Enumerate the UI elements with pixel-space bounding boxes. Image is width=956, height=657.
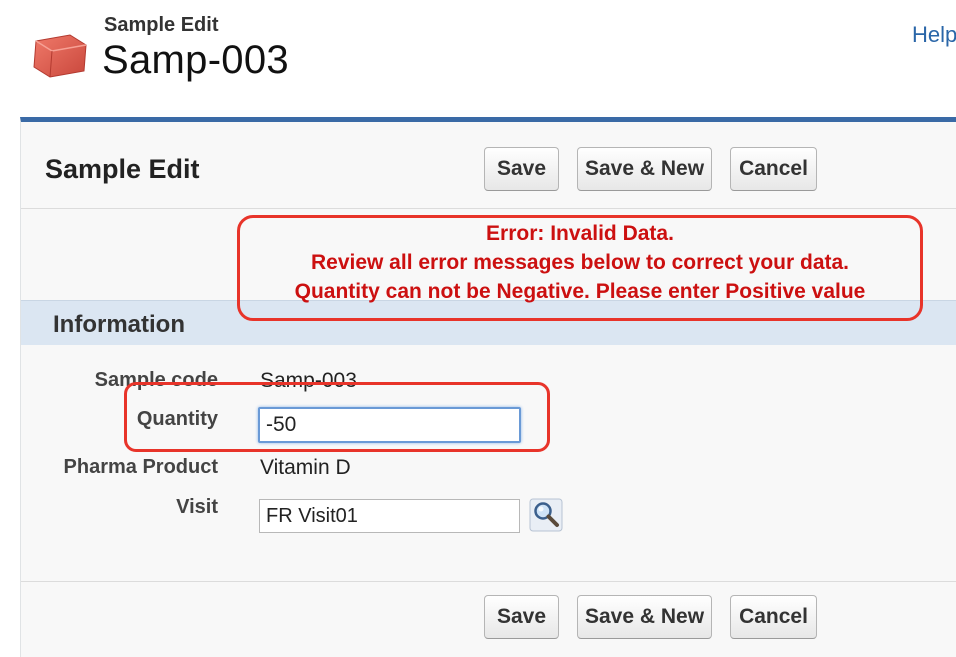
error-message-box: Error: Invalid Data. Review all error me… — [237, 215, 923, 321]
save-button-bottom[interactable]: Save — [484, 595, 559, 639]
visit-input[interactable] — [259, 499, 520, 533]
pharma-product-label: Pharma Product — [63, 456, 218, 478]
bottom-divider — [21, 581, 956, 582]
page-block-header: Sample Edit Save Save & New Cancel — [21, 122, 956, 209]
edit-panel: Sample Edit Save Save & New Cancel Infor… — [20, 117, 956, 657]
save-button[interactable]: Save — [484, 147, 559, 191]
pharma-product-value: Vitamin D — [260, 456, 351, 479]
cancel-button[interactable]: Cancel — [730, 147, 817, 191]
error-title: Error: Invalid Data. — [486, 222, 674, 245]
page-header: Sample Edit Samp-003 Help — [0, 0, 956, 118]
save-and-new-button[interactable]: Save & New — [577, 147, 712, 191]
magnifier-lookup-icon[interactable] — [529, 498, 563, 532]
help-link[interactable]: Help — [912, 22, 956, 48]
visit-label: Visit — [176, 496, 218, 518]
save-and-new-button-bottom[interactable]: Save & New — [577, 595, 712, 639]
cancel-button-bottom[interactable]: Cancel — [730, 595, 817, 639]
error-quantity-message: Quantity can not be Negative. Please ent… — [294, 280, 866, 303]
object-type-label: Sample Edit — [104, 14, 219, 36]
quantity-label: Quantity — [136, 408, 218, 430]
page-block-title: Sample Edit — [45, 154, 200, 184]
quantity-input[interactable] — [258, 407, 521, 443]
record-name: Samp-003 — [102, 38, 289, 82]
sample-box-icon — [33, 34, 87, 78]
section-title: Information — [53, 311, 185, 338]
error-review-message: Review all error messages below to corre… — [310, 251, 850, 274]
